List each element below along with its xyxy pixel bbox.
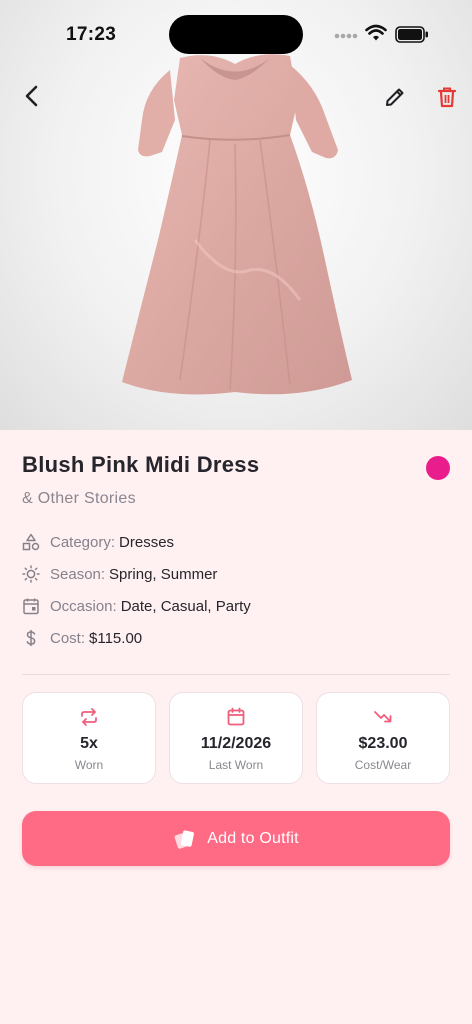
status-bar: 17:23 xyxy=(0,0,472,70)
add-to-outfit-button[interactable]: Add to Outfit xyxy=(22,811,450,866)
stat-caption: Cost/Wear xyxy=(354,758,412,772)
attribute-list: Category: Dresses Season: Spring, Summer xyxy=(22,526,450,654)
edit-button[interactable] xyxy=(375,77,415,117)
pencil-icon xyxy=(386,88,404,106)
calendar-icon xyxy=(227,707,245,726)
stat-caption: Last Worn xyxy=(208,758,264,772)
stat-card-worn: 5x Worn xyxy=(22,692,156,784)
attribute-value: Dresses xyxy=(119,533,175,551)
attribute-category: Category: Dresses xyxy=(22,526,450,558)
dress-image xyxy=(122,54,352,395)
repeat-icon xyxy=(81,708,97,726)
chevron-left-icon xyxy=(25,85,38,107)
item-name: Blush Pink Midi Dress xyxy=(22,452,260,477)
attribute-cost: Cost: $115.00 xyxy=(22,622,450,654)
item-details: Blush Pink Midi Dress & Other Stories Ca… xyxy=(22,452,450,654)
back-button[interactable] xyxy=(12,76,52,116)
trash-icon xyxy=(437,87,457,108)
stat-value: 11/2/2026 xyxy=(200,735,272,752)
status-time: 17:23 xyxy=(66,24,117,45)
stat-card-cost-per-wear: $23.00 Cost/Wear xyxy=(316,692,450,784)
dynamic-island xyxy=(169,15,303,54)
attribute-label: Cost: xyxy=(50,629,86,647)
delete-button[interactable] xyxy=(427,77,467,117)
calendar-icon xyxy=(22,597,50,615)
divider xyxy=(22,674,450,675)
battery-icon xyxy=(395,26,428,43)
stat-caption: Worn xyxy=(74,758,104,772)
item-brand: & Other Stories xyxy=(22,490,136,507)
dollar-icon xyxy=(22,629,50,647)
stat-value: 5x xyxy=(80,735,98,752)
hanger-tag-icon xyxy=(174,829,195,849)
attribute-label: Season: xyxy=(50,565,106,583)
trending-down-icon xyxy=(374,711,392,723)
color-swatch xyxy=(426,456,450,480)
add-to-outfit-label: Add to Outfit xyxy=(207,829,299,847)
wifi-icon xyxy=(365,24,387,41)
cellular-signal-icon xyxy=(334,33,358,39)
attribute-label: Occasion: xyxy=(50,597,117,615)
stat-card-last-worn: 11/2/2026 Last Worn xyxy=(169,692,303,784)
sun-icon xyxy=(22,565,50,583)
attribute-season: Season: Spring, Summer xyxy=(22,558,450,590)
stats-row: 5x Worn 11/2/2026 Last Worn $23.00 Cost/… xyxy=(22,692,450,784)
attribute-value: $115.00 xyxy=(89,629,143,647)
attribute-value: Spring, Summer xyxy=(109,565,218,583)
item-photo: 17:23 xyxy=(0,0,472,430)
category-shapes-icon xyxy=(22,533,50,551)
attribute-value: Date, Casual, Party xyxy=(120,597,251,615)
attribute-occasion: Occasion: Date, Casual, Party xyxy=(22,590,450,622)
attribute-label: Category: xyxy=(50,533,116,551)
stat-value: $23.00 xyxy=(358,735,408,752)
